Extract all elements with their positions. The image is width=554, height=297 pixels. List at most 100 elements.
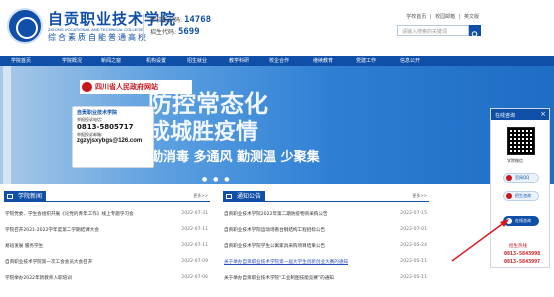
enroll-code-label: 招生代码:: [150, 29, 177, 36]
news-more-link[interactable]: 更多>>: [193, 193, 208, 199]
news-date: 2022-07-11: [181, 227, 208, 232]
notice-date: 2022-05-11: [400, 259, 427, 264]
school-code-value: 14768: [183, 15, 212, 25]
news-section-title: 学院新闻: [4, 191, 47, 202]
qr-caption: 学院微信: [507, 158, 523, 163]
online-chat-icon: [506, 218, 512, 224]
report-card-title: 自贡职业技术学院: [77, 110, 118, 116]
hero-banner[interactable]: 四川省人民政府网站 防控常态化 成城胜疫情 勤消毒 多通风 勤测温 少聚集 自贡…: [0, 66, 554, 184]
header-divider: [143, 14, 144, 40]
consult-panel-title: 在线咨询: [495, 113, 516, 119]
school-slogan: 综合素质自能普通高校: [48, 33, 148, 42]
search-input[interactable]: 请输入搜索的关键词: [397, 25, 469, 36]
notice-title[interactable]: 自贡职业技术学院运动场看台钢结构工程招标公告: [224, 227, 396, 233]
top-link-sep: |: [429, 14, 432, 20]
banner-left-strip: [3, 66, 11, 184]
list-item[interactable]: 自贡职业技术学院第一次工会会员大会召开 2022-07-09: [4, 253, 210, 269]
news-title[interactable]: 学院召开2021-2022学年度第二学期结课大会: [5, 227, 177, 233]
consult-panel-header: 在线咨询 ×: [491, 109, 549, 120]
notice-date: 2022-07-15: [400, 211, 427, 216]
list-item[interactable]: 自贡职业技术学院运动场看台钢结构工程招标公告 2022-07-01: [223, 221, 429, 237]
online-consult-button[interactable]: 在线咨询: [503, 216, 539, 226]
banner-slogan: 勤消毒 多通风 勤测温 少聚集: [150, 150, 320, 165]
list-item[interactable]: 自贡职业技术学院学生公寓家具采购项目结果公告 2022-05-24: [223, 237, 429, 253]
carousel-dots[interactable]: ● ● ●: [202, 176, 232, 183]
close-icon[interactable]: ×: [540, 110, 546, 118]
notice-section-title: 通知公告: [223, 191, 266, 202]
report-email[interactable]: zgzyjsxybgs@126.com: [77, 138, 149, 144]
report-card: 自贡职业技术学院 举报投诉电话: 0813-5805717 举报投诉邮箱: zg…: [72, 106, 154, 168]
nav-departments[interactable]: 机构设置: [146, 56, 166, 66]
notice-more-link[interactable]: 更多>>: [412, 193, 427, 199]
report-phone: 0813-5805717: [77, 123, 134, 131]
news-date: 2022-07-31: [181, 211, 208, 216]
nav-about[interactable]: 学院概况: [62, 56, 82, 66]
news-date: 2022-07-06: [181, 275, 208, 280]
news-section: 学院新闻 更多>> 学院党委、学生会组织开展《论党的青年工作》线上专题学习会 2…: [4, 191, 210, 295]
gov-emblem-icon: [82, 82, 92, 92]
notice-title[interactable]: 关于举办自贡职业技术学院"工业制图技能竞赛"的通知: [224, 275, 396, 281]
nav-home[interactable]: 学院首页: [11, 56, 31, 66]
page: 自贡职业技术学院 ZIGONG VOCATIONAL AND TECHNICAL…: [0, 0, 554, 297]
nav-admissions[interactable]: 招生就业: [187, 56, 207, 66]
notice-icon: [226, 194, 232, 199]
notice-date: 2022-05-11: [400, 275, 427, 280]
hotline-phone-2: 0813-5843997: [504, 259, 541, 265]
qr-code-image: [507, 127, 535, 155]
news-section-header: 学院新闻 更多>>: [4, 191, 210, 202]
qq-icon: [506, 175, 512, 181]
consult-panel: 在线咨询 × 学院微信 官网QQ 招生咨询 在线咨询 招生热线 0813-584…: [490, 108, 550, 268]
notice-date: 2022-07-01: [400, 227, 427, 232]
school-code: 学校标识码: 14768: [150, 15, 211, 25]
site-header: 自贡职业技术学院 ZIGONG VOCATIONAL AND TECHNICAL…: [0, 0, 554, 56]
search-icon: [471, 31, 479, 38]
top-link-home[interactable]: 学校首页: [406, 14, 426, 20]
notice-section: 通知公告 更多>> 自贡职业技术学院2022年第二期防疫物资采购公告 2022-…: [223, 191, 429, 295]
notice-title[interactable]: 关于举办自贡职业技术学院第一届大学生创新创业大赛的通知: [224, 259, 396, 265]
notice-section-header: 通知公告 更多>>: [223, 191, 429, 202]
search-button[interactable]: [469, 25, 481, 38]
notice-section-title-text: 通知公告: [237, 193, 262, 200]
news-date: 2022-07-09: [181, 259, 208, 264]
news-title[interactable]: 学院党委、学生会组织开展《论党的青年工作》线上专题学习会: [5, 211, 177, 217]
list-item[interactable]: 学院举办2022年新教师入职培训 2022-07-06: [4, 269, 210, 285]
school-code-label: 学校标识码:: [150, 17, 183, 24]
online-consult-label: 在线咨询: [515, 218, 531, 223]
top-links: 学校首页 | 校园邮箱 | 英文版: [405, 13, 480, 20]
qq-button[interactable]: 官网QQ: [503, 173, 539, 183]
list-item[interactable]: 学院党委、学生会组织开展《论党的青年工作》线上专题学习会 2022-07-31: [4, 205, 210, 221]
nav-party-building[interactable]: 党建工作: [356, 56, 376, 66]
notice-title[interactable]: 自贡职业技术学院2022年第二期防疫物资采购公告: [224, 211, 396, 217]
list-item[interactable]: 关于举办自贡职业技术学院第一届大学生创新创业大赛的通知 2022-05-11: [223, 253, 429, 269]
nav-news[interactable]: 新闻之窗: [101, 56, 121, 66]
list-item[interactable]: 易班发展 服务学生 2022-07-11: [4, 237, 210, 253]
nav-info-disclosure[interactable]: 信息公开: [400, 56, 420, 66]
top-link-mail[interactable]: 校园邮箱: [435, 14, 455, 20]
nav-cooperation[interactable]: 校企合作: [269, 56, 289, 66]
top-link-english[interactable]: 英文版: [464, 14, 479, 20]
qq-button-label: 官网QQ: [515, 175, 530, 180]
list-item[interactable]: 自贡职业技术学院2022年第二期防疫物资采购公告 2022-07-15: [223, 205, 429, 221]
nav-teaching[interactable]: 教学科研: [229, 56, 249, 66]
chat-icon: [506, 193, 512, 199]
nav-continuing-education[interactable]: 继续教育: [313, 56, 333, 66]
main-nav: 学院首页 学院概况 新闻之窗 机构设置 招生就业 教学科研 校企合作 继续教育 …: [0, 56, 554, 66]
notice-title[interactable]: 自贡职业技术学院学生公寓家具采购项目结果公告: [224, 243, 396, 249]
list-item[interactable]: 学院召开2021-2022学年度第二学期结课大会 2022-07-11: [4, 221, 210, 237]
news-date: 2022-07-11: [181, 243, 208, 248]
list-item[interactable]: 关于举办自贡职业技术学院"工业制图技能竞赛"的通知 2022-05-11: [223, 269, 429, 285]
news-title[interactable]: 自贡职业技术学院第一次工会会员大会召开: [5, 259, 177, 265]
admissions-consult-label: 招生咨询: [515, 193, 531, 198]
school-logo[interactable]: [7, 8, 43, 44]
news-title[interactable]: 学院举办2022年新教师入职培训: [5, 275, 177, 281]
enroll-code-value: 5699: [177, 27, 200, 37]
admissions-hotline-label: 招生热线: [509, 244, 527, 249]
top-link-sep: |: [458, 14, 461, 20]
news-title[interactable]: 易班发展 服务学生: [5, 243, 177, 249]
admissions-consult-button[interactable]: 招生咨询: [503, 191, 539, 201]
notice-date: 2022-05-24: [400, 243, 427, 248]
notice-list: 自贡职业技术学院2022年第二期防疫物资采购公告 2022-07-15 自贡职业…: [223, 205, 429, 285]
hotline-phone-1: 0813-5843998: [504, 251, 541, 257]
news-icon: [7, 194, 13, 199]
news-list: 学院党委、学生会组织开展《论党的青年工作》线上专题学习会 2022-07-31 …: [4, 205, 210, 285]
